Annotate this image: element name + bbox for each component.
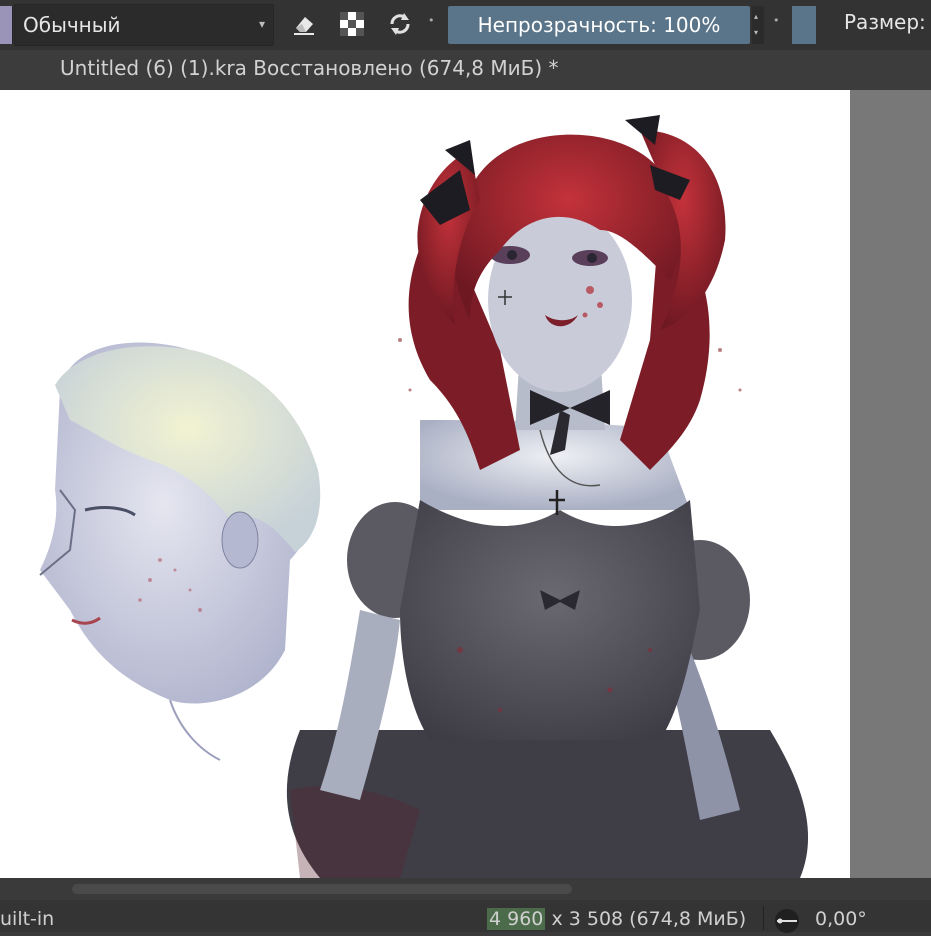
brush-preset-swatch[interactable] <box>0 6 13 44</box>
blend-mode-select[interactable]: Обычный ▾ <box>14 4 274 46</box>
chevron-down-icon: ▾ <box>258 17 265 31</box>
blend-mode-value: Обычный <box>23 13 121 37</box>
canvas-area[interactable] <box>0 90 931 878</box>
canvas-document[interactable] <box>0 90 850 878</box>
eraser-icon[interactable] <box>288 8 320 40</box>
status-divider <box>763 906 764 930</box>
artwork-image <box>39 115 809 878</box>
image-dims-rest: x 3 508 (674,8 МиБ) <box>545 908 747 930</box>
male-head-sketch <box>39 342 321 761</box>
alpha-lock-icon[interactable] <box>336 8 368 40</box>
image-width: 4 960 <box>487 908 546 930</box>
status-bar: uilt-in 4 960 x 3 508 (674,8 МиБ) 0,00° <box>0 900 931 933</box>
tool-options-toolbar: Обычный ▾ • Непрозрачность: 100% ▴ ▾ • Р… <box>0 0 931 50</box>
opacity-spinner[interactable]: ▴ ▾ <box>752 6 764 44</box>
opacity-label: Непрозрачность: 100% <box>477 13 721 37</box>
reload-preset-icon[interactable] <box>384 8 416 40</box>
brush-preset-status: uilt-in <box>0 908 55 930</box>
size-slider[interactable] <box>792 6 816 44</box>
size-label: Размер: <box>844 10 926 34</box>
opacity-slider[interactable]: Непрозрачность: 100% <box>448 6 750 44</box>
chevron-down-icon[interactable]: • <box>773 14 780 27</box>
chevron-down-icon[interactable]: • <box>428 14 435 27</box>
document-tab[interactable]: Untitled (6) (1).kra Восстановлено (674,… <box>60 56 559 80</box>
document-tab-bar: Untitled (6) (1).kra Восстановлено (674,… <box>0 50 931 90</box>
rotation-value: 0,00° <box>815 908 867 930</box>
horizontal-scrollbar[interactable] <box>0 878 931 900</box>
spin-down-icon[interactable]: ▾ <box>754 28 758 37</box>
scrollbar-handle[interactable] <box>72 884 572 894</box>
girl-figure <box>286 115 809 878</box>
image-dimensions: 4 960 x 3 508 (674,8 МиБ) <box>487 908 746 930</box>
spin-up-icon[interactable]: ▴ <box>754 12 758 21</box>
